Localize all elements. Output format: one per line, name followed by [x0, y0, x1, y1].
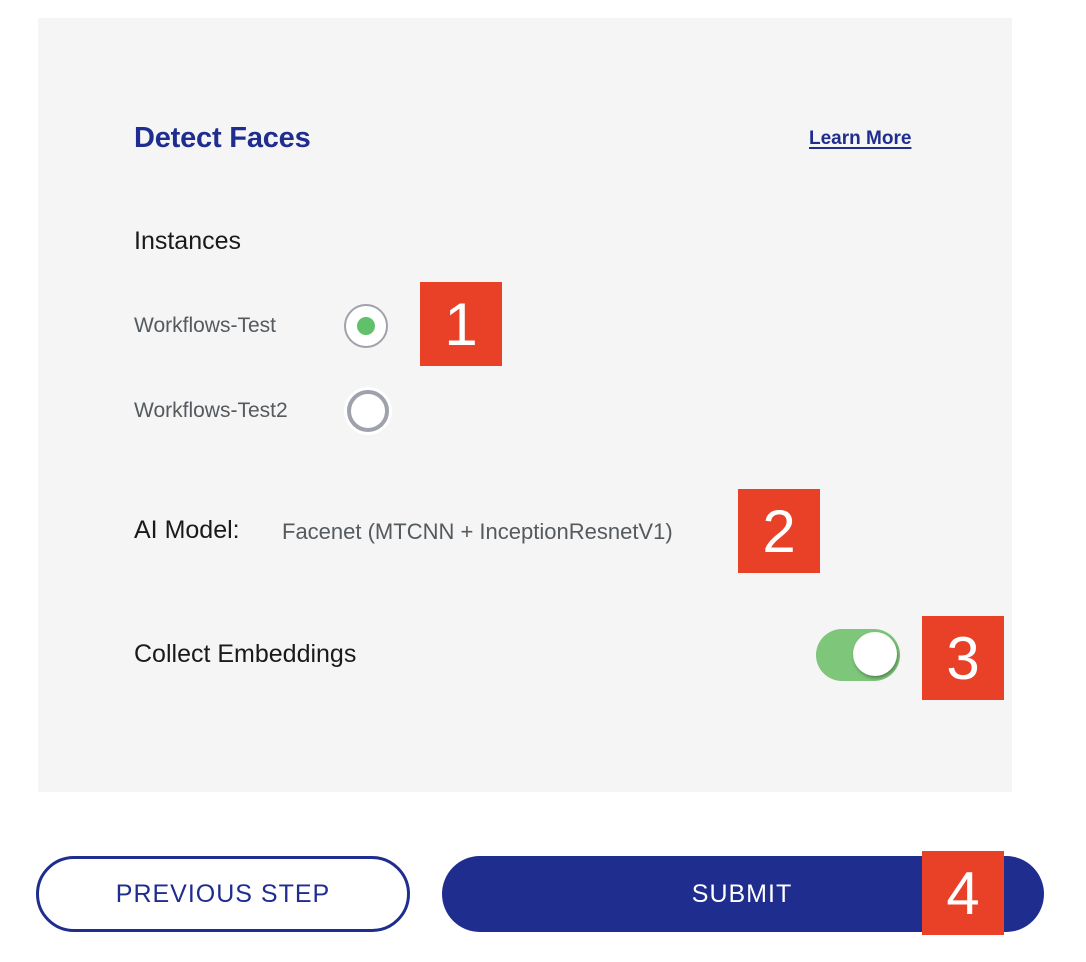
collect-embeddings-label: Collect Embeddings	[134, 640, 357, 668]
learn-more-link[interactable]: Learn More	[809, 128, 911, 150]
annotation-badge-3: 3	[922, 616, 1004, 700]
instances-label: Instances	[134, 227, 242, 255]
toggle-knob	[853, 632, 897, 676]
page: Detect Faces Learn More Instances Workfl…	[0, 0, 1086, 962]
instance-label: Workflows-Test2	[134, 399, 288, 422]
collect-embeddings-toggle[interactable]	[816, 629, 900, 681]
ai-model-label: AI Model:	[134, 516, 240, 544]
ai-model-value: Facenet (MTCNN + InceptionResnetV1)	[282, 519, 673, 544]
radio-selected-dot-icon	[357, 317, 375, 335]
section-title: Detect Faces	[134, 122, 311, 154]
annotation-badge-1: 1	[420, 282, 502, 366]
annotation-badge-4: 4	[922, 851, 1004, 935]
radio-button-selected[interactable]	[344, 304, 388, 348]
submit-label: SUBMIT	[691, 879, 793, 908]
instance-label: Workflows-Test	[134, 314, 276, 337]
annotation-badge-2: 2	[738, 489, 820, 573]
previous-step-label: PREVIOUS STEP	[115, 879, 331, 908]
radio-button-unselected[interactable]	[347, 390, 389, 432]
instance-option-workflows-test[interactable]: Workflows-Test	[134, 304, 388, 348]
previous-step-button[interactable]: PREVIOUS STEP	[36, 856, 410, 932]
instance-option-workflows-test2[interactable]: Workflows-Test2	[134, 390, 389, 432]
